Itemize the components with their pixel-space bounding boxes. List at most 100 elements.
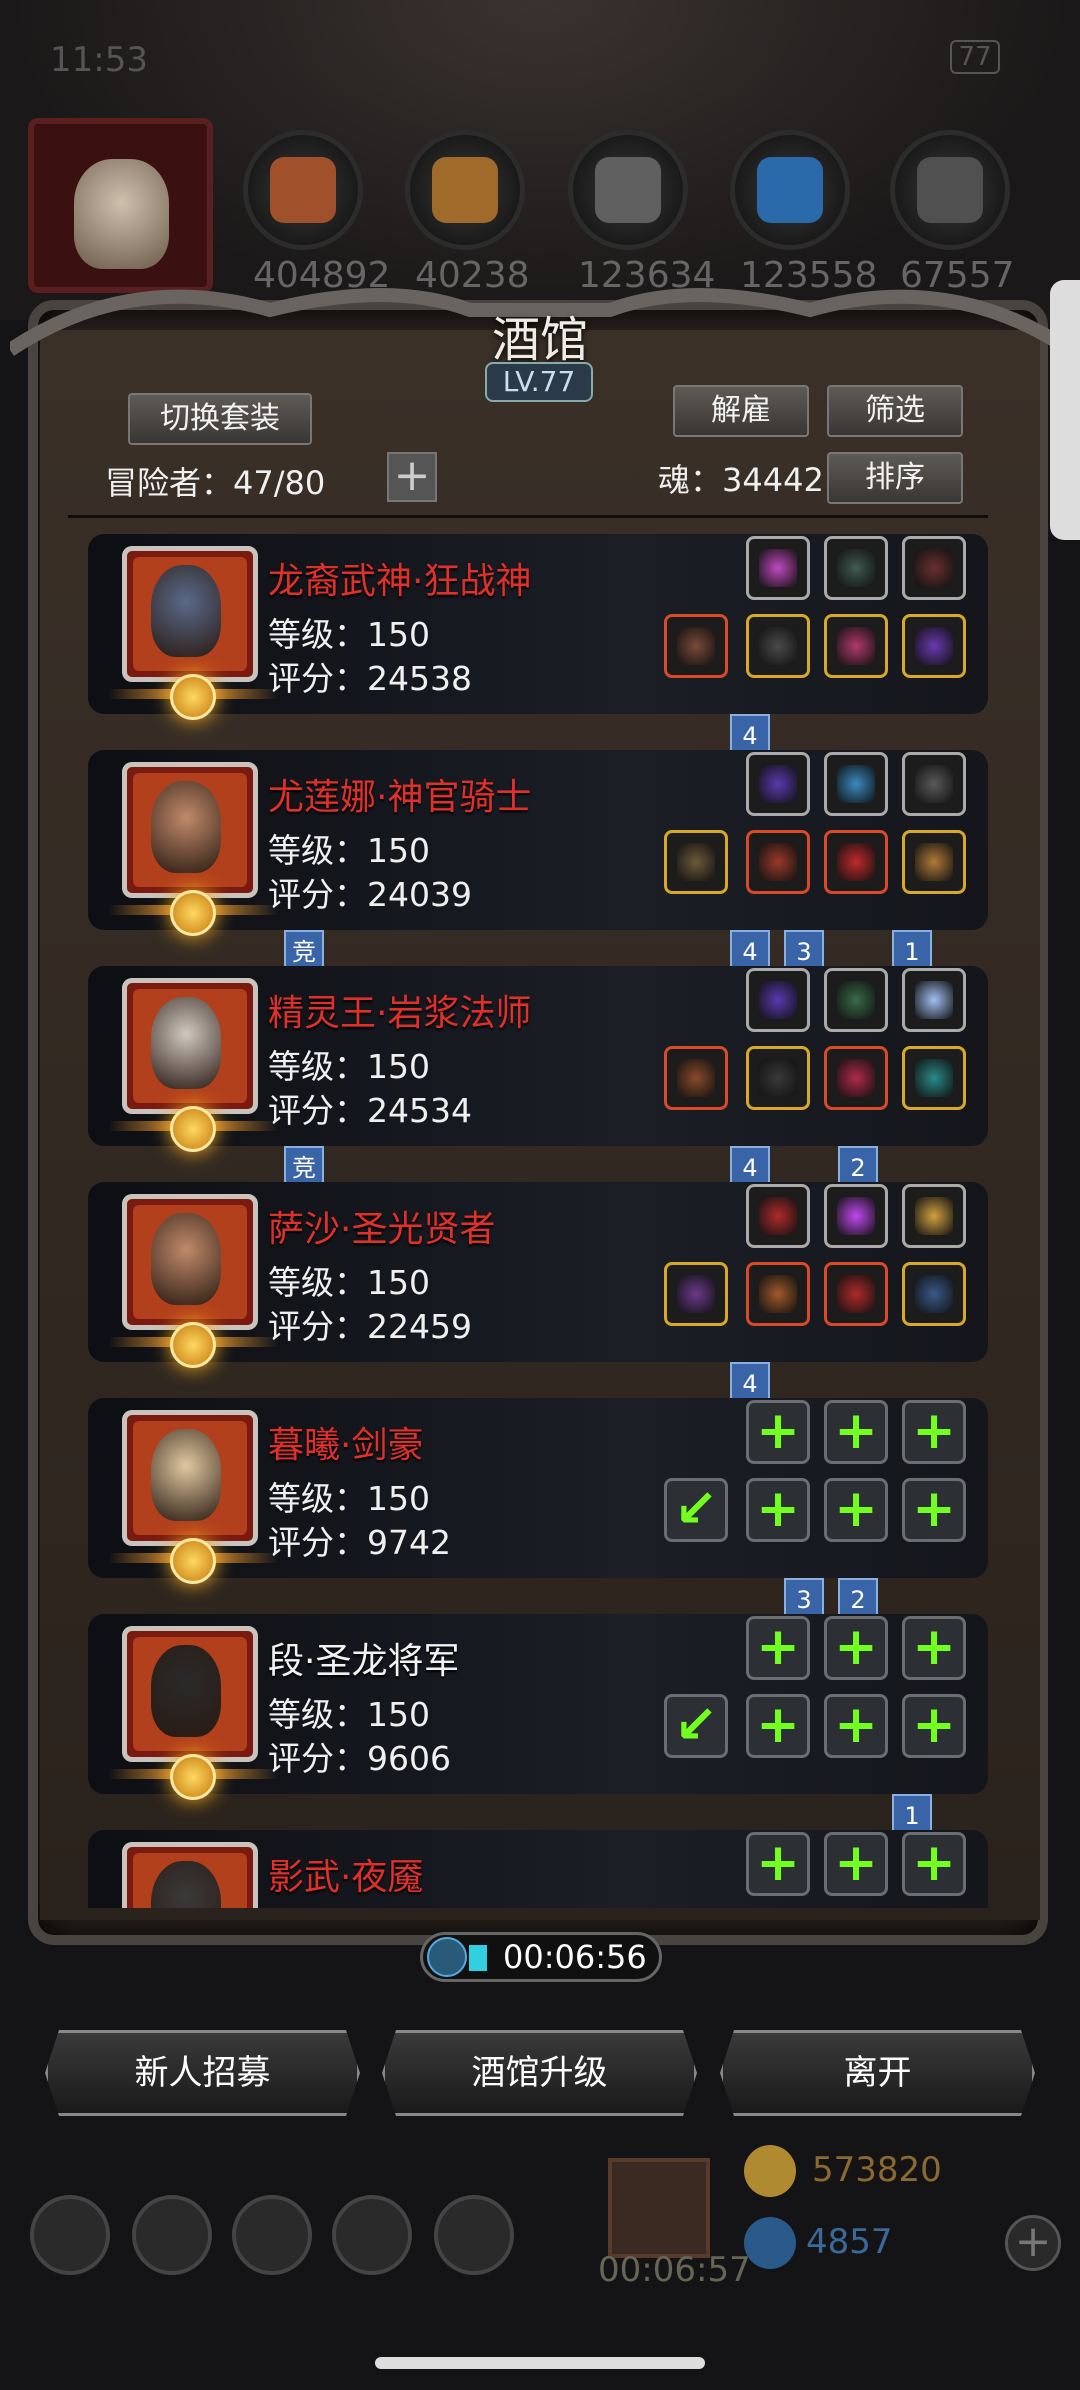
- hero-card[interactable]: 尤莲娜·神官骑士 等级：150 评分：24039: [88, 750, 988, 936]
- equipment-slot[interactable]: [902, 752, 966, 816]
- add-equipment-slot[interactable]: +: [824, 1832, 888, 1896]
- equipment-slot[interactable]: [902, 536, 966, 600]
- add-equipment-slot[interactable]: +: [824, 1478, 888, 1542]
- hero-portrait[interactable]: [122, 1194, 258, 1330]
- settings-icon[interactable]: [30, 2195, 110, 2275]
- plus-icon: +: [834, 1401, 878, 1461]
- player-avatar[interactable]: [28, 118, 213, 293]
- equipment-slot[interactable]: [824, 1046, 888, 1110]
- equipment-slot[interactable]: [824, 752, 888, 816]
- add-equipment-slot[interactable]: +: [902, 1832, 966, 1896]
- hero-card[interactable]: 精灵王·岩浆法师 等级：150 评分：24534: [88, 966, 988, 1152]
- equipment-slot[interactable]: [902, 830, 966, 894]
- equipment-slot[interactable]: [664, 830, 728, 894]
- castle-icon[interactable]: [232, 2195, 312, 2275]
- hero-card[interactable]: 龙裔武神·狂战神 等级：150 评分：24538: [88, 534, 988, 720]
- add-equipment-slot[interactable]: +: [746, 1832, 810, 1896]
- equipment-icon: [915, 981, 953, 1019]
- equipment-slot[interactable]: [664, 614, 728, 678]
- hero-name: 萨沙·圣光贤者: [268, 1209, 496, 1250]
- equipment-slot[interactable]: [746, 830, 810, 894]
- add-equipment-slot[interactable]: +: [746, 1694, 810, 1758]
- hero-name: 段·圣龙将军: [268, 1641, 460, 1682]
- hero-level: 等级：150: [268, 615, 430, 654]
- add-equipment-slot[interactable]: +: [902, 1478, 966, 1542]
- equipment-icon: [759, 1275, 797, 1313]
- add-equipment-slot[interactable]: +: [746, 1400, 810, 1464]
- plus-icon: +: [912, 1695, 956, 1755]
- resource-icon[interactable]: [405, 130, 525, 250]
- hero-score: 评分：24039: [268, 875, 472, 914]
- add-equipment-slot[interactable]: ↙: [664, 1694, 728, 1758]
- equipment-slot[interactable]: [824, 968, 888, 1032]
- hero-portrait[interactable]: [122, 1626, 258, 1762]
- timer-progress: [469, 1945, 487, 1971]
- hero-card[interactable]: 暮曦·剑豪 等级：150 评分：9742 + + + ↙ + + +: [88, 1398, 988, 1584]
- add-equipment-slot[interactable]: +: [902, 1616, 966, 1680]
- hero-list[interactable]: 龙裔武神·狂战神 等级：150 评分：24538 4 尤莲娜·神官骑士 等级：150 评分：…: [48, 518, 1032, 1908]
- add-equipment-slot[interactable]: +: [746, 1478, 810, 1542]
- equipment-slot[interactable]: [746, 614, 810, 678]
- gold-icon: [744, 2145, 796, 2197]
- equipment-slot[interactable]: [902, 1184, 966, 1248]
- equipment-slot[interactable]: [824, 830, 888, 894]
- sort-button[interactable]: 排序: [827, 452, 963, 504]
- hero-card[interactable]: 影武·夜魇 + + +: [88, 1830, 988, 1908]
- equipment-slot[interactable]: [746, 1262, 810, 1326]
- add-equipment-slot[interactable]: +: [902, 1400, 966, 1464]
- mail-icon[interactable]: [332, 2195, 412, 2275]
- add-equipment-slot[interactable]: ↙: [664, 1478, 728, 1542]
- equipment-slot[interactable]: [824, 614, 888, 678]
- add-equipment-slot[interactable]: +: [824, 1694, 888, 1758]
- equipment-slot[interactable]: [664, 1046, 728, 1110]
- gift-icon[interactable]: [608, 2158, 710, 2258]
- recruit-button[interactable]: 新人招募: [45, 2030, 360, 2116]
- add-equipment-slot[interactable]: +: [824, 1616, 888, 1680]
- hero-portrait[interactable]: [122, 1842, 258, 1908]
- equipment-icon: [837, 765, 875, 803]
- resource-icon[interactable]: [243, 130, 363, 250]
- equipment-slot[interactable]: [902, 1046, 966, 1110]
- upgrade-tavern-button[interactable]: 酒馆升级: [382, 2030, 697, 2116]
- panel-title: 酒馆: [491, 312, 588, 368]
- hero-card[interactable]: 萨沙·圣光贤者 等级：150 评分：22459: [88, 1182, 988, 1368]
- hero-card[interactable]: 段·圣龙将军 等级：150 评分：9606 + + + ↙ + + +: [88, 1614, 988, 1800]
- hero-portrait[interactable]: [122, 546, 258, 682]
- hero-portrait[interactable]: [122, 762, 258, 898]
- resource-icon[interactable]: [568, 130, 688, 250]
- leave-button[interactable]: 离开: [720, 2030, 1035, 2116]
- equipment-icon: [759, 1059, 797, 1097]
- bag-icon[interactable]: [434, 2195, 514, 2275]
- equipment-slot[interactable]: [902, 968, 966, 1032]
- filter-button[interactable]: 筛选: [827, 385, 963, 437]
- resource-icon[interactable]: [730, 130, 850, 250]
- side-scroll-handle[interactable]: [1050, 280, 1080, 540]
- star-menu-icon[interactable]: [132, 2195, 212, 2275]
- switch-outfit-button[interactable]: 切换套装: [128, 393, 312, 445]
- equipment-slot[interactable]: [746, 536, 810, 600]
- equipment-slot[interactable]: [746, 968, 810, 1032]
- equipment-slot[interactable]: [746, 1046, 810, 1110]
- equipment-icon: [837, 1197, 875, 1235]
- add-currency-icon[interactable]: +: [1005, 2215, 1061, 2271]
- equipment-slot[interactable]: [902, 614, 966, 678]
- equipment-icon: [759, 1197, 797, 1235]
- equipment-slot[interactable]: [746, 1184, 810, 1248]
- add-equipment-slot[interactable]: +: [824, 1400, 888, 1464]
- equipment-slot[interactable]: [824, 1262, 888, 1326]
- hero-portrait[interactable]: [122, 1410, 258, 1546]
- equipment-slot[interactable]: [902, 1262, 966, 1326]
- resource-icon[interactable]: [890, 130, 1010, 250]
- add-equipment-slot[interactable]: +: [902, 1694, 966, 1758]
- hero-name: 龙裔武神·狂战神: [268, 561, 532, 602]
- equipment-icon: [915, 1059, 953, 1097]
- add-equipment-slot[interactable]: +: [746, 1616, 810, 1680]
- equipment-slot[interactable]: [664, 1262, 728, 1326]
- equipment-slot[interactable]: [824, 536, 888, 600]
- expand-capacity-button[interactable]: +: [387, 452, 437, 502]
- dismiss-button[interactable]: 解雇: [673, 385, 809, 437]
- tavern-refresh-timer: 00:06:56: [420, 1932, 662, 1982]
- equipment-slot[interactable]: [824, 1184, 888, 1248]
- hero-portrait[interactable]: [122, 978, 258, 1114]
- equipment-slot[interactable]: [746, 752, 810, 816]
